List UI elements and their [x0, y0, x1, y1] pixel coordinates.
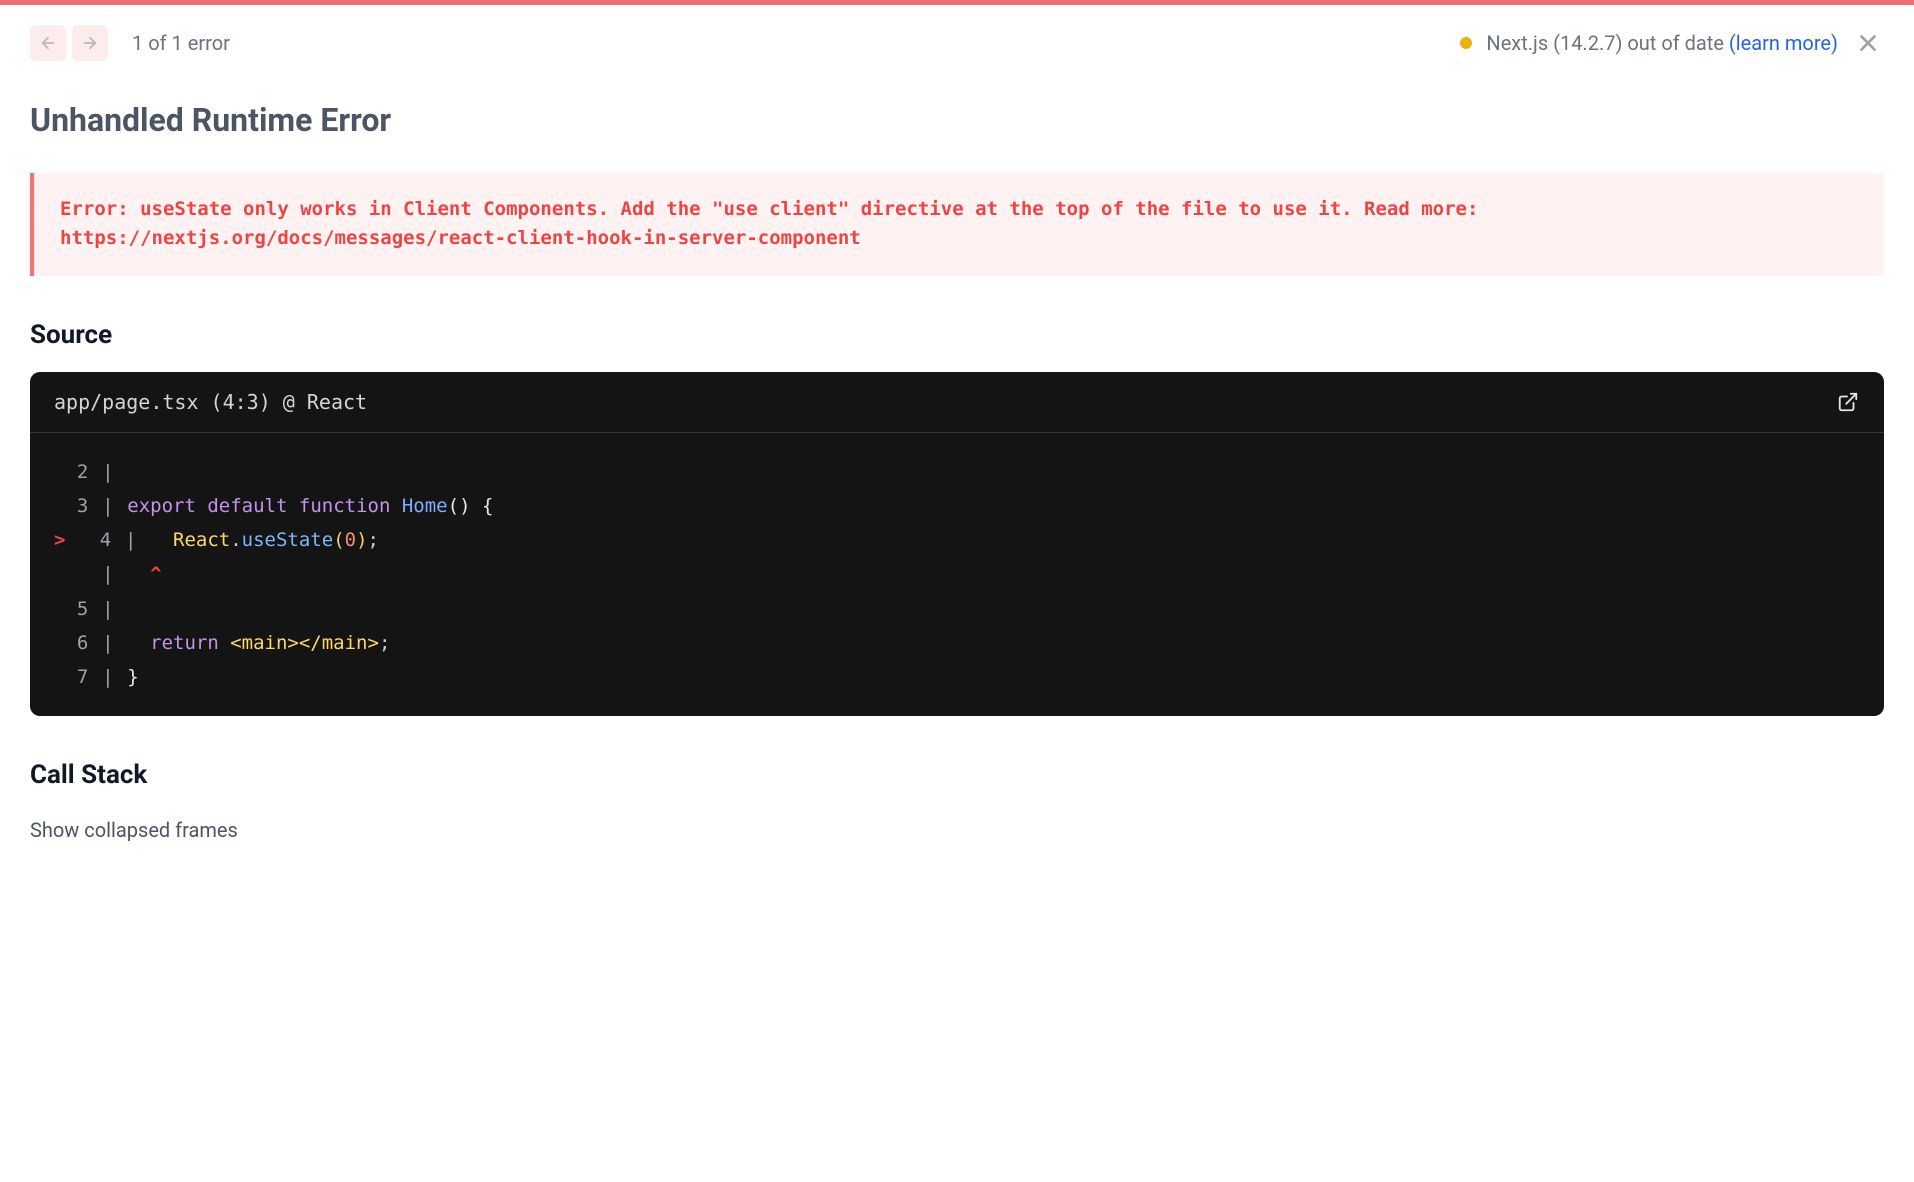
error-overlay-container: 1 of 1 error Next.js (14.2.7) out of dat… [0, 5, 1914, 882]
code-line: 6 | return <main></main>; [54, 626, 1860, 660]
learn-more-link[interactable]: (learn more) [1729, 31, 1838, 55]
show-collapsed-frames[interactable]: Show collapsed frames [30, 818, 238, 842]
gutter: 4 [77, 523, 111, 557]
gutter: 3 [54, 489, 88, 523]
arrow-right-icon [81, 34, 99, 52]
overlay-header: 1 of 1 error Next.js (14.2.7) out of dat… [30, 25, 1884, 61]
status-dot-icon [1460, 37, 1472, 49]
gutter: 2 [54, 455, 88, 489]
gutter: 7 [54, 660, 88, 694]
code-line-caret: | ^ [54, 557, 1860, 591]
code-line-error: > 4 | React.useState(0); [54, 523, 1860, 557]
gutter [54, 557, 88, 591]
source-code-block: app/page.tsx (4:3) @ React 2 | 3 | expor… [30, 372, 1884, 716]
prev-error-button[interactable] [30, 25, 66, 61]
code-line: 5 | [54, 592, 1860, 626]
open-in-editor-button[interactable] [1836, 390, 1860, 414]
file-location: app/page.tsx (4:3) @ React [54, 390, 367, 414]
code-line: 2 | [54, 455, 1860, 489]
gutter: 5 [54, 592, 88, 626]
arrow-left-icon [39, 34, 57, 52]
error-title: Unhandled Runtime Error [30, 101, 1884, 139]
version-status: Next.js (14.2.7) out of date (learn more… [1486, 31, 1838, 55]
version-text: Next.js (14.2.7) out of date [1486, 31, 1728, 55]
error-nav [30, 25, 108, 61]
code-line: 7 | } [54, 660, 1860, 694]
external-link-icon [1837, 391, 1859, 413]
callstack-heading: Call Stack [30, 760, 1884, 790]
code-line: 3 | export default function Home() { [54, 489, 1860, 523]
close-icon [1855, 30, 1881, 56]
header-left: 1 of 1 error [30, 25, 230, 61]
source-heading: Source [30, 320, 1884, 350]
header-right: Next.js (14.2.7) out of date (learn more… [1460, 27, 1884, 59]
error-count: 1 of 1 error [132, 31, 230, 55]
code-body: 2 | 3 | export default function Home() {… [30, 433, 1884, 716]
close-button[interactable] [1852, 27, 1884, 59]
error-message-box: Error: useState only works in Client Com… [30, 173, 1884, 276]
code-header: app/page.tsx (4:3) @ React [30, 372, 1884, 433]
gutter: 6 [54, 626, 88, 660]
next-error-button[interactable] [72, 25, 108, 61]
